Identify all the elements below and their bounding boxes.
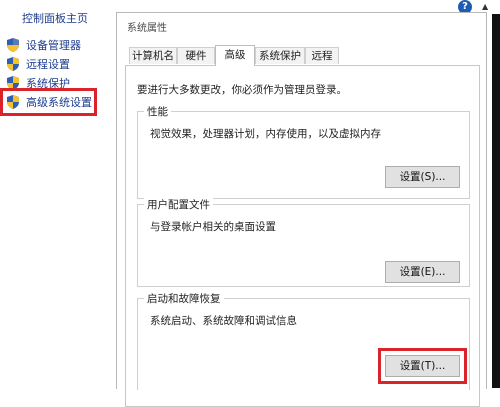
- sidebar-item-device-manager[interactable]: 设备管理器: [5, 36, 81, 54]
- sidebar-item-label: 设备管理器: [26, 39, 81, 52]
- group-title: 性能: [144, 104, 171, 119]
- tab-advanced[interactable]: 高级: [215, 45, 255, 66]
- tab-remote[interactable]: 远程: [305, 47, 339, 64]
- sidebar-item-advanced-system-settings[interactable]: 高级系统设置: [0, 88, 97, 116]
- sidebar-item-remote-settings[interactable]: 远程设置: [5, 55, 70, 73]
- startup-recovery-settings-button[interactable]: 设置(T)...: [378, 348, 467, 384]
- sidebar-item-system-protection[interactable]: 系统保护: [5, 74, 70, 92]
- group-description: 与登录帐户相关的桌面设置: [150, 221, 276, 233]
- dialog-title: 系统属性: [127, 23, 167, 34]
- group-title: 启动和故障恢复: [144, 291, 224, 306]
- performance-group: 性能 视觉效果，处理器计划，内存使用，以及虚拟内存 设置(S)...: [137, 104, 470, 199]
- control-panel-home-link[interactable]: 控制面板主页: [22, 10, 88, 26]
- group-description: 视觉效果，处理器计划，内存使用，以及虚拟内存: [150, 128, 381, 140]
- uac-shield-icon: [7, 95, 19, 109]
- sidebar-item-label: 系统保护: [26, 77, 70, 90]
- performance-settings-button[interactable]: 设置(S)...: [385, 166, 460, 188]
- admin-notice: 要进行大多数更改，你必须作为管理员登录。: [137, 84, 347, 96]
- window-edge: [492, 14, 500, 388]
- uac-shield-icon: [7, 38, 19, 52]
- tab-hardware[interactable]: 硬件: [177, 47, 215, 64]
- user-profiles-group: 用户配置文件 与登录帐户相关的桌面设置 设置(E)...: [137, 197, 470, 287]
- tab-computer-name[interactable]: 计算机名: [129, 47, 177, 64]
- tab-system-protection[interactable]: 系统保护: [255, 47, 305, 64]
- user-profiles-settings-button[interactable]: 设置(E)...: [385, 261, 460, 283]
- uac-shield-icon: [7, 57, 19, 71]
- sidebar-item-label: 远程设置: [26, 58, 70, 71]
- uac-shield-icon: [7, 76, 19, 90]
- scroll-up-icon[interactable]: ▲: [482, 2, 488, 11]
- sidebar-item-label: 高级系统设置: [26, 96, 92, 109]
- startup-recovery-group: 启动和故障恢复 系统启动、系统故障和调试信息 设置(T)...: [137, 291, 470, 390]
- group-title: 用户配置文件: [144, 197, 213, 212]
- group-description: 系统启动、系统故障和调试信息: [150, 315, 297, 327]
- system-properties-dialog: 系统属性 计算机名 硬件 高级 系统保护 远程 要进行大多数更改，你必须作为管理…: [116, 12, 487, 407]
